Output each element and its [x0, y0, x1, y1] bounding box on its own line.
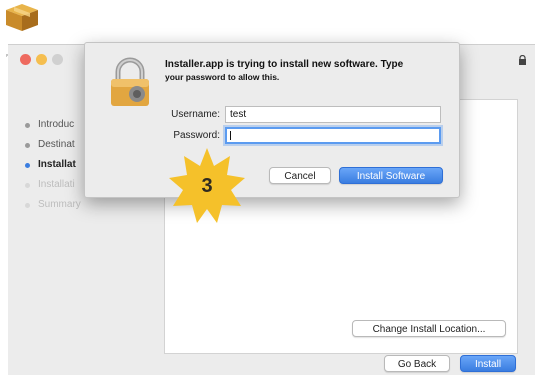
step-label: Introduc [38, 119, 75, 130]
step-dot-icon [25, 142, 30, 148]
go-back-button[interactable]: Go Back [384, 355, 450, 372]
step-badge-number: 3 [201, 175, 213, 197]
cancel-button[interactable]: Cancel [269, 167, 331, 184]
close-button[interactable] [20, 54, 31, 65]
username-field[interactable]: test [225, 106, 441, 123]
auth-message: Installer.app is trying to install new s… [165, 59, 455, 83]
install-button[interactable]: Install [460, 355, 516, 372]
step-dot-icon [25, 122, 30, 128]
lock-icon [111, 57, 149, 106]
lock-icon [519, 55, 526, 65]
text-caret [230, 131, 231, 140]
password-field[interactable] [225, 127, 441, 144]
auth-message-line1: Installer.app is trying to install new s… [165, 59, 404, 70]
password-label: Password: [173, 130, 220, 141]
step-label: Summary [38, 199, 81, 210]
step-dot-icon [25, 162, 30, 168]
change-install-location-button[interactable]: Change Install Location... [352, 320, 506, 337]
zoom-button[interactable] [52, 54, 63, 65]
step-label: Installati [38, 179, 75, 190]
auth-message-line2: your password to allow this. [165, 72, 280, 82]
auth-dialog: Installer.app is trying to install new s… [84, 42, 460, 198]
step-summary: Summary [20, 195, 100, 215]
install-software-button[interactable]: Install Software [339, 167, 443, 184]
step-dot-icon [25, 182, 30, 188]
step-label: Destinat [38, 139, 75, 150]
package-icon[interactable] [4, 2, 40, 32]
step-dot-icon [25, 202, 30, 208]
minimize-button[interactable] [36, 54, 47, 65]
step-label: Installat [38, 159, 76, 170]
username-label: Username: [171, 109, 220, 120]
